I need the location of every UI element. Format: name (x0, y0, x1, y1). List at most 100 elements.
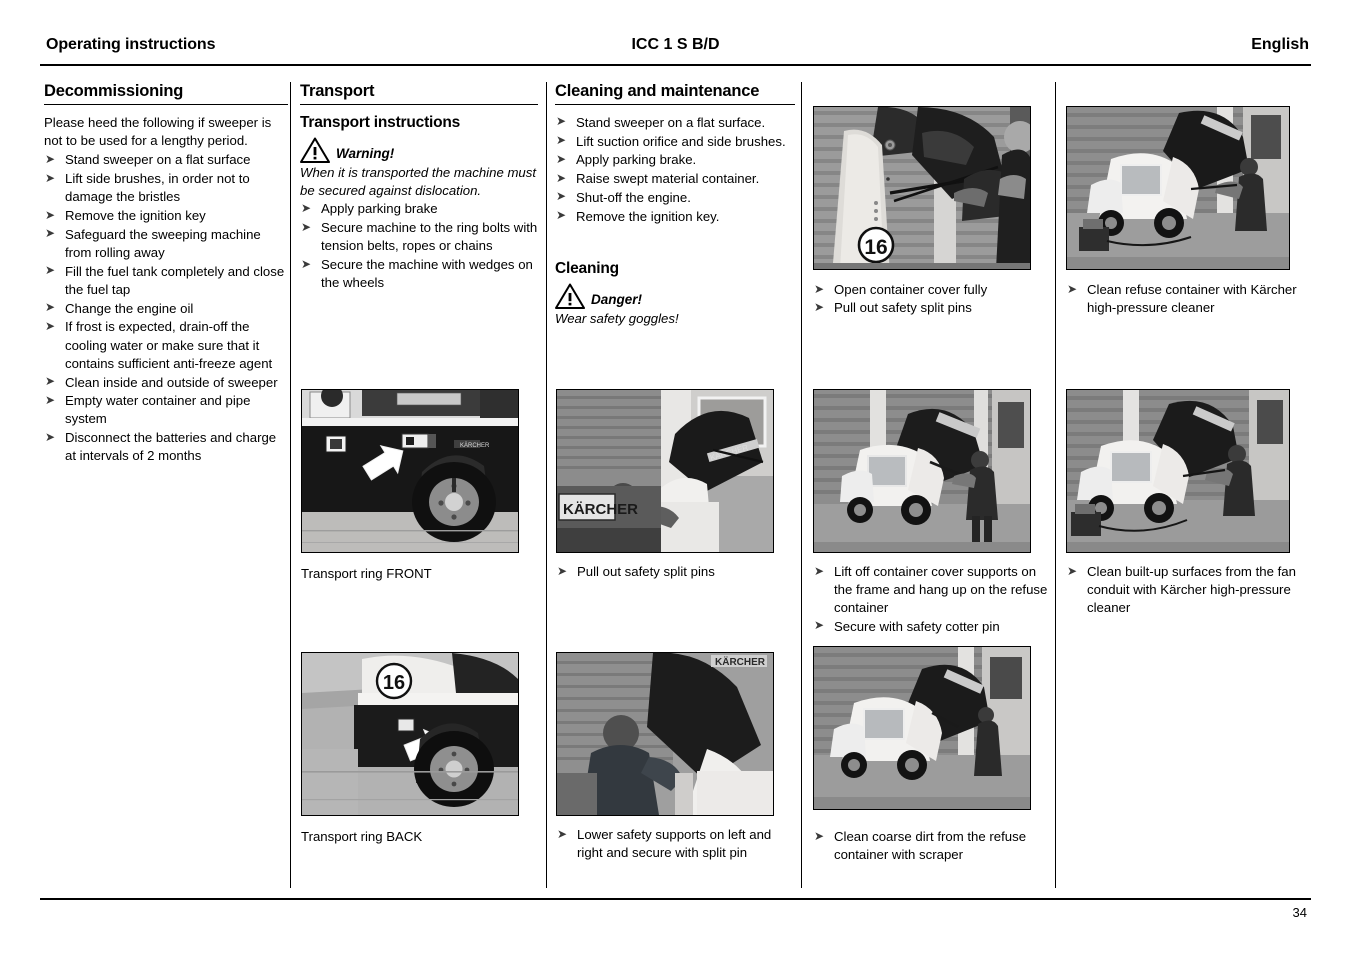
column-divider-4 (1055, 82, 1056, 888)
bullet-icon: ➤ (556, 170, 567, 185)
page-footer: 34 (40, 898, 1311, 930)
bullet-icon: ➤ (1067, 563, 1078, 578)
list-item: ➤ Secure the machine with wedges on the w… (300, 256, 538, 292)
photo-clean-coarse-dirt-image (814, 647, 1030, 809)
list-item-label: Clean coarse dirt from the refuse contai… (834, 829, 1027, 863)
svg-text:KÄRCHER: KÄRCHER (715, 655, 766, 668)
column-decommissioning: Decommissioning Please heed the followin… (44, 82, 288, 466)
list-item: ➤ If frost is expected, drain-off the coo… (44, 318, 288, 373)
caption-list: ➤ Open container cover fully ➤ Pull out sa… (813, 281, 1048, 317)
caption-open-container-cover: ➤ Open container cover fully ➤ Pull out sa… (813, 281, 1048, 317)
list-item-label: Remove the ignition key. (576, 208, 720, 224)
photo-lower-safety-supports: KÄRCHER (556, 652, 774, 816)
bullet-icon: ➤ (556, 151, 567, 166)
list-item-label: Clean refuse container with Kärcher high… (1087, 282, 1297, 316)
bullet-icon: ➤ (556, 133, 567, 148)
list-item-label: Safeguard the sweeping machine from roll… (65, 226, 261, 260)
caption-list: ➤ Lower safety supports on left and right… (556, 826, 794, 862)
bullet-icon: ➤ (556, 208, 567, 223)
list-item: ➤ Lift suction orifice and side brushes. (555, 133, 795, 151)
list-item: ➤ Pull out safety split pins (556, 563, 792, 581)
photo-lift-off-container-supports-image (814, 390, 1030, 552)
list-item-label: Lift off container cover supports on the… (834, 564, 1048, 616)
list-item-label: Open container cover fully (834, 282, 988, 297)
list-item: ➤ Open container cover fully (813, 281, 1048, 299)
list-item-label: Empty water container and pipe system (65, 393, 251, 427)
caption-list: ➤ Clean refuse container with Kärcher hig… (1066, 281, 1310, 317)
bullet-icon: ➤ (45, 170, 56, 185)
photo-transport-ring-front-image: KÄRCHER (302, 390, 518, 552)
list-item: ➤ Apply parking brake. (555, 151, 795, 169)
manual-page: Operating instructions ICC 1 S B/D Engli… (0, 0, 1351, 954)
bullet-icon: ➤ (814, 828, 825, 843)
photo-lift-off-container-supports (813, 389, 1031, 553)
list-item: ➤ Remove the ignition key. (555, 208, 795, 226)
heading-transport: Transport (300, 82, 538, 105)
list-item: ➤ Clean coarse dirt from the refuse conta… (813, 828, 1051, 864)
list-item-label: Disconnect the batteries and charge at i… (65, 430, 277, 464)
caption-pull-split-pins: ➤ Pull out safety split pins (556, 563, 792, 581)
list-item-label: Raise swept material container. (576, 171, 760, 187)
header-model-designation: ICC 1 S B/D (631, 36, 720, 53)
svg-text:KÄRCHER: KÄRCHER (563, 501, 638, 518)
bullet-icon: ➤ (301, 256, 312, 271)
list-item: ➤ Disconnect the batteries and charge at … (44, 429, 288, 465)
warning-triangle-icon (300, 137, 330, 163)
caption-clean-coarse-dirt: ➤ Clean coarse dirt from the refuse conta… (813, 828, 1051, 864)
danger-text: Wear safety goggles! (555, 311, 679, 327)
list-item: ➤ Pull out safety split pins (813, 299, 1048, 317)
list-item-label: Clean built-up surfaces from the fan con… (1087, 564, 1296, 616)
list-item-label: Stand sweeper on a flat surface (65, 152, 251, 168)
list-item-label: If frost is expected, drain-off the cool… (65, 319, 273, 371)
bullet-icon: ➤ (45, 300, 56, 315)
caption-transport-ring-front: Transport ring FRONT (301, 566, 432, 581)
list-item-label: Lift suction orifice and side brushes. (576, 133, 786, 149)
bullet-icon: ➤ (1067, 281, 1078, 296)
list-item-label: Secure the machine with wedges on the wh… (321, 257, 533, 291)
danger-label: Danger! (591, 292, 643, 308)
photo-clean-fan-conduit (1066, 389, 1290, 553)
list-item-label: Secure with safety cotter pin (834, 618, 1000, 634)
list-item: ➤ Clean built-up surfaces from the fan co… (1066, 563, 1314, 618)
photo-pull-split-pins: KÄRCHER KÄRCHER (556, 389, 774, 553)
list-item-label: Secure machine to the ring bolts with te… (321, 220, 538, 254)
list-item: ➤ Stand sweeper on a flat surface. (555, 114, 795, 132)
list-item: ➤ Raise swept material container. (555, 170, 795, 188)
caption-clean-fan-conduit: ➤ Clean built-up surfaces from the fan co… (1066, 563, 1314, 618)
photo-lower-safety-supports-image: KÄRCHER (557, 653, 773, 815)
list-item-label: Lower safety supports on left and right … (577, 827, 772, 861)
list-item: ➤ Lower safety supports on left and right… (556, 826, 794, 862)
list-item: ➤ Apply parking brake (300, 200, 538, 218)
decommissioning-list: ➤ Stand sweeper on a flat surface ➤ Lift s… (44, 151, 288, 465)
list-item-label: Fill the fuel tank completely and close … (65, 263, 285, 297)
transport-list: ➤ Apply parking brake ➤ Secure machine to … (300, 200, 538, 292)
list-item-label: Change the engine oil (65, 300, 194, 316)
list-item: ➤ Lift side brushes, in order not to dama… (44, 170, 288, 206)
list-item: ➤ Safeguard the sweeping machine from rol… (44, 226, 288, 262)
list-item: ➤ Clean refuse container with Kärcher hig… (1066, 281, 1310, 317)
list-item-label: Shut-off the engine. (576, 189, 691, 205)
svg-text:16: 16 (383, 672, 405, 694)
danger-callout: Danger! (555, 281, 795, 310)
column-cleaning-maintenance: Cleaning and maintenance ➤ Stand sweeper … (555, 82, 795, 329)
list-item: ➤ Change the engine oil (44, 300, 288, 318)
heading-decommissioning: Decommissioning (44, 82, 288, 105)
photo-clean-coarse-dirt (813, 646, 1031, 810)
list-item: ➤ Fill the fuel tank completely and close… (44, 263, 288, 299)
bullet-icon: ➤ (814, 281, 825, 296)
decommissioning-intro: Please heed the following if sweeper is … (44, 114, 272, 149)
bullet-icon: ➤ (814, 299, 825, 314)
page-header: Operating instructions ICC 1 S B/D Engli… (40, 36, 1311, 66)
bullet-icon: ➤ (45, 151, 56, 166)
subheading-transport-instructions: Transport instructions (300, 113, 461, 131)
header-language: English (1251, 36, 1309, 53)
bullet-icon: ➤ (45, 263, 56, 278)
bullet-icon: ➤ (557, 826, 568, 841)
list-item: ➤ Shut-off the engine. (555, 189, 795, 207)
photo-open-container-cover-image: 16 (814, 107, 1030, 269)
photo-transport-ring-back-image: 16 (302, 653, 518, 815)
photo-open-container-cover: 16 (813, 106, 1031, 270)
photo-transport-ring-front: KÄRCHER (301, 389, 519, 553)
list-item-label: Apply parking brake. (576, 152, 697, 168)
list-item: ➤ Secure with safety cotter pin (813, 618, 1051, 636)
